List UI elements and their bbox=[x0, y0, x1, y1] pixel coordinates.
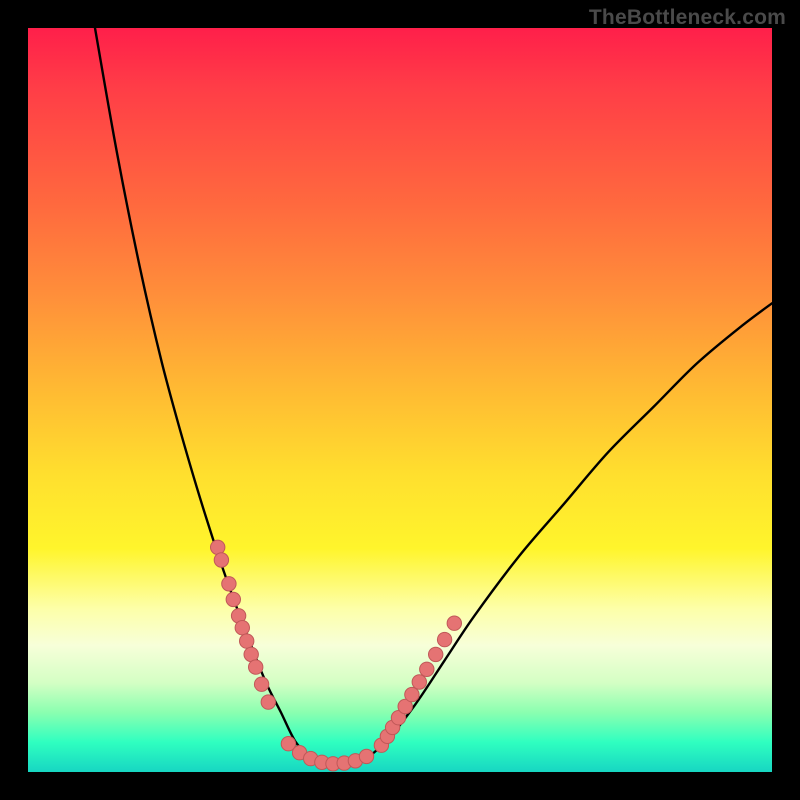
data-marker bbox=[222, 577, 236, 591]
marker-group bbox=[211, 540, 462, 771]
data-marker bbox=[412, 675, 426, 689]
data-marker bbox=[254, 677, 268, 691]
data-marker bbox=[405, 687, 419, 701]
data-marker bbox=[240, 634, 254, 648]
data-marker bbox=[420, 662, 434, 676]
data-marker bbox=[261, 695, 275, 709]
data-marker bbox=[226, 592, 240, 606]
curve-svg bbox=[28, 28, 772, 772]
watermark-text: TheBottleneck.com bbox=[589, 6, 786, 30]
plot-area bbox=[28, 28, 772, 772]
data-marker bbox=[211, 540, 225, 554]
data-marker bbox=[214, 553, 228, 567]
data-marker bbox=[249, 660, 263, 674]
data-marker bbox=[429, 647, 443, 661]
data-marker bbox=[235, 621, 249, 635]
data-marker bbox=[447, 616, 461, 630]
data-marker bbox=[359, 749, 373, 763]
chart-frame: TheBottleneck.com bbox=[0, 0, 800, 800]
data-marker bbox=[437, 632, 451, 646]
